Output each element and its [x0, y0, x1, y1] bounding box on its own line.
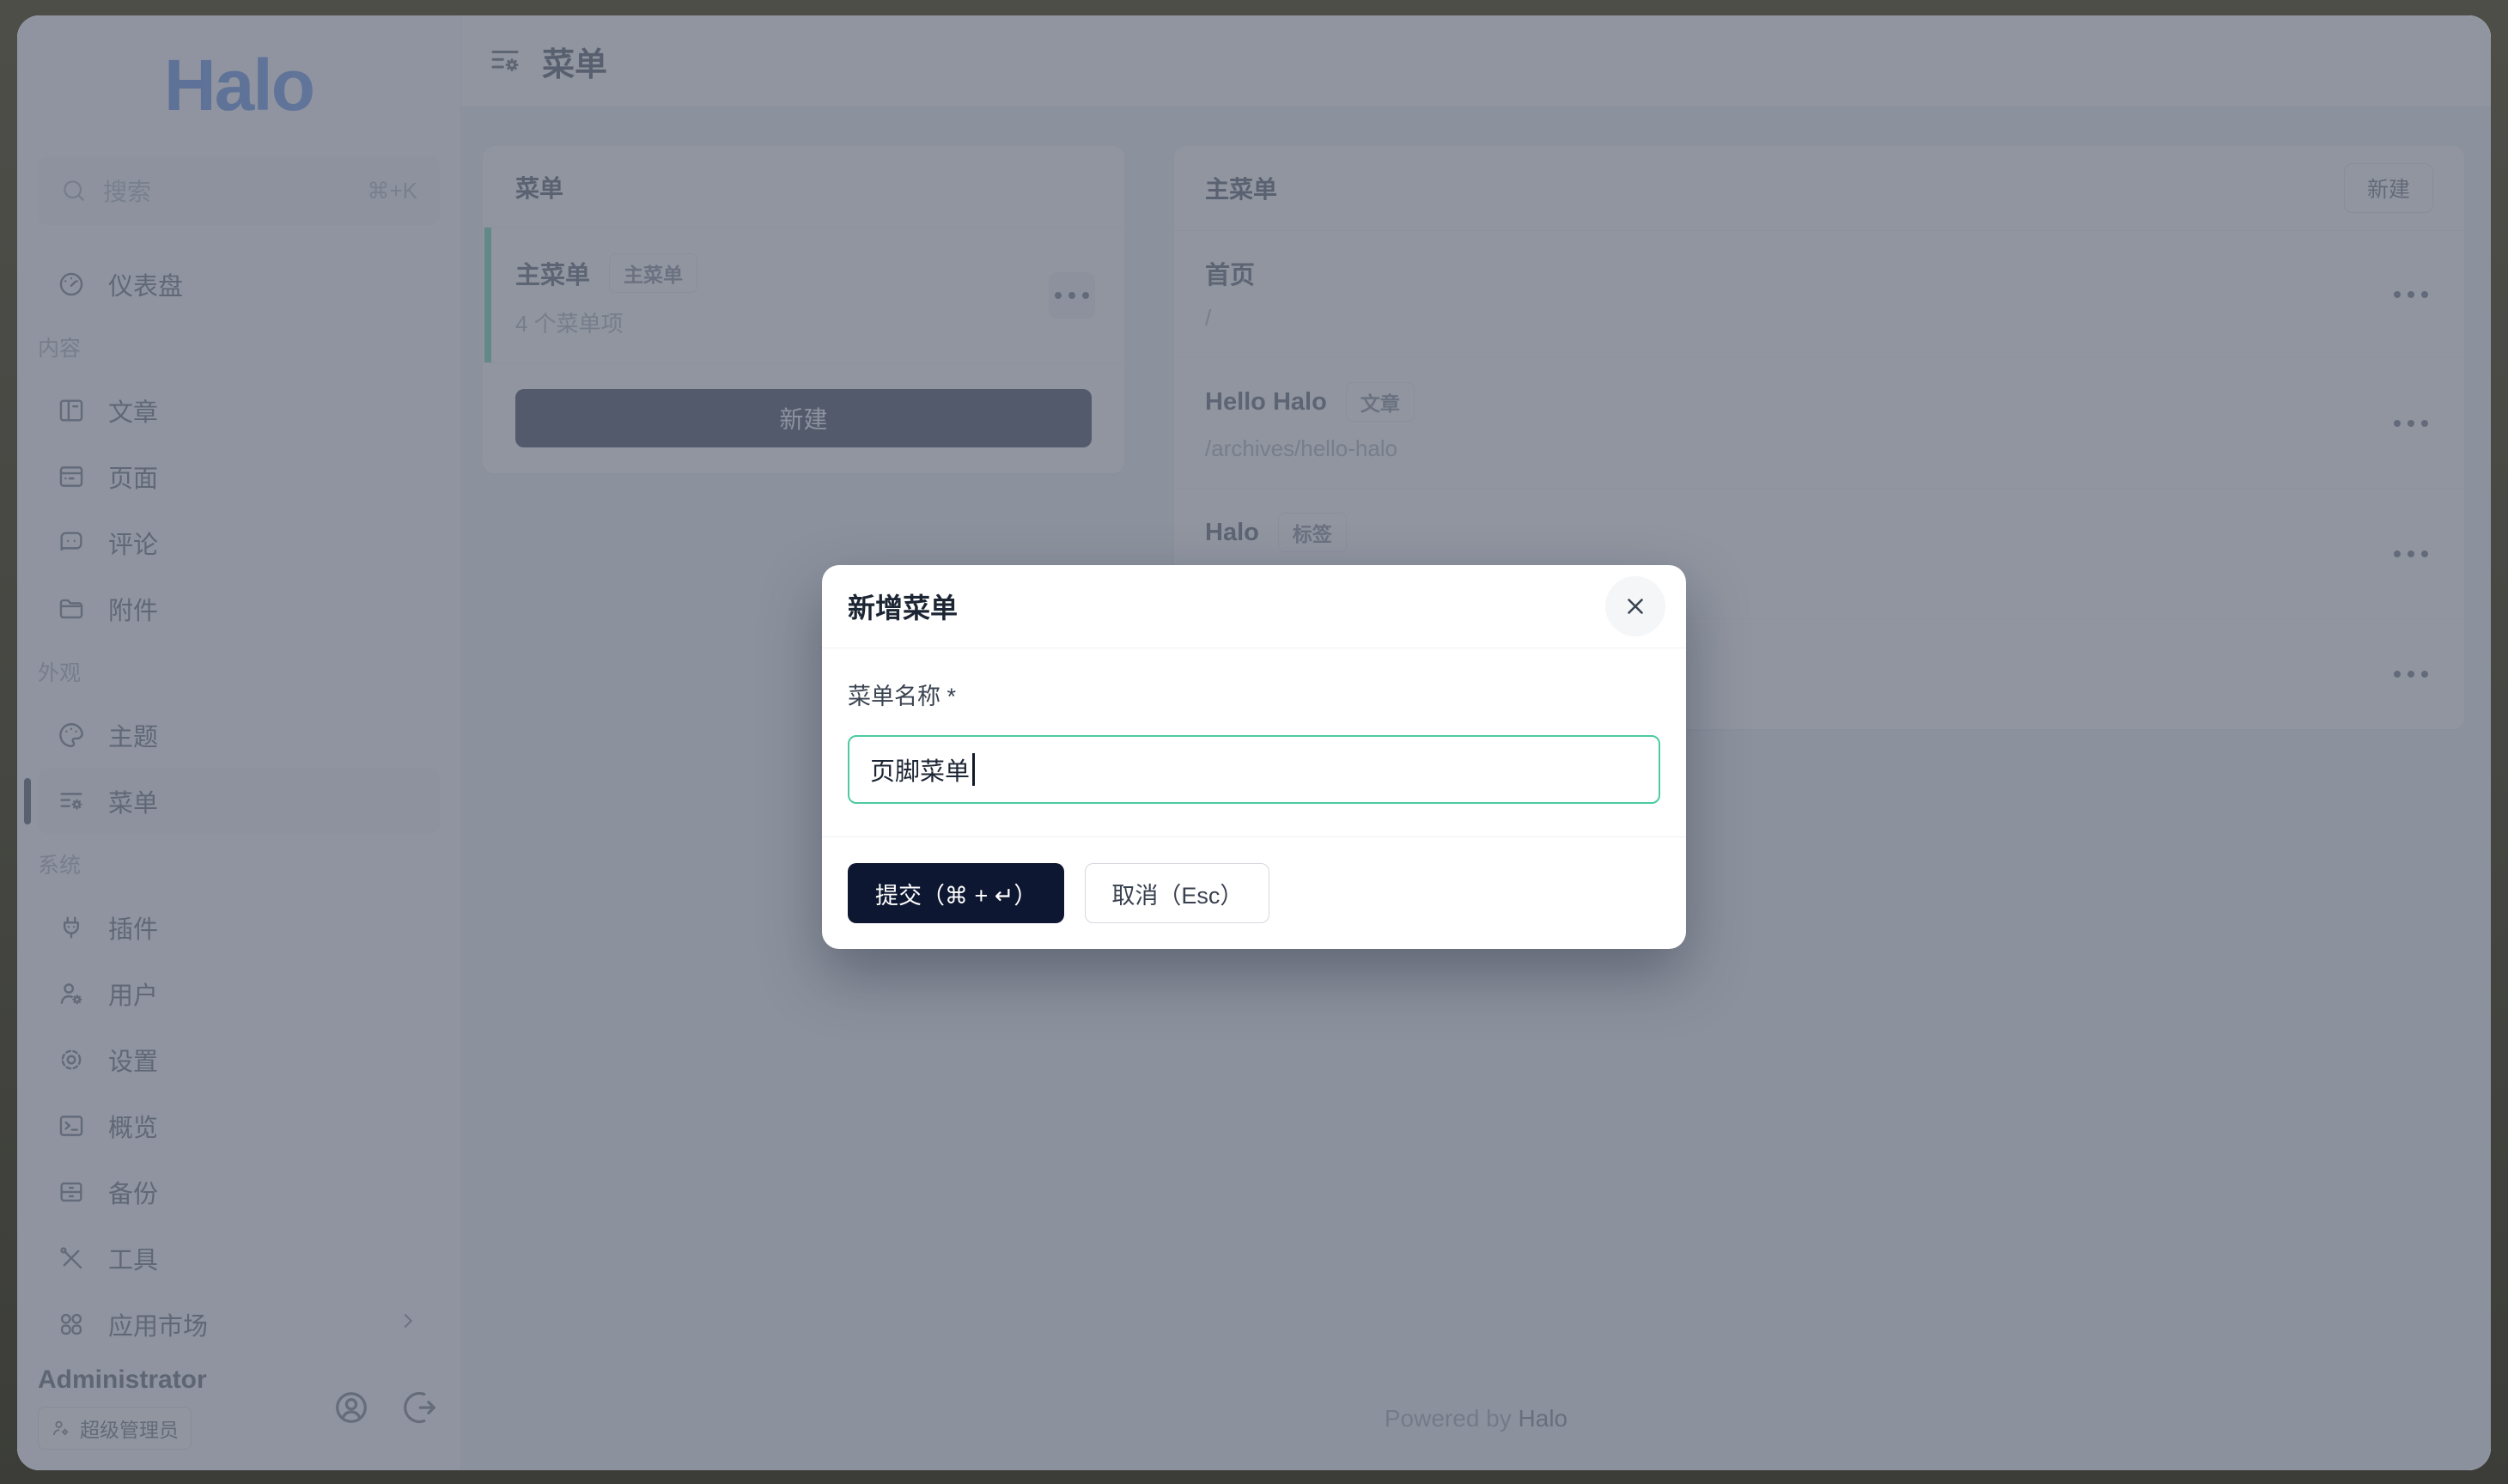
input-value: 页脚菜单	[870, 751, 970, 788]
desktop-background: Halo 搜索 ⌘+K 仪表盘 内容 文章 页面	[0, 0, 2508, 1484]
close-icon	[1622, 593, 1648, 619]
close-button[interactable]	[1605, 576, 1665, 636]
dialog-title: 新增菜单	[848, 587, 958, 626]
dialog-body: 菜单名称 * 页脚菜单	[822, 648, 1686, 836]
submit-button[interactable]: 提交（⌘ + ↵）	[848, 863, 1064, 923]
menu-name-input[interactable]: 页脚菜单	[848, 735, 1660, 804]
field-label-text: 菜单名称	[848, 684, 940, 709]
menu-name-label: 菜单名称 *	[848, 678, 1660, 711]
cancel-button[interactable]: 取消（Esc）	[1085, 863, 1269, 923]
required-asterisk: *	[947, 684, 957, 709]
app-window: Halo 搜索 ⌘+K 仪表盘 内容 文章 页面	[17, 15, 2491, 1470]
new-menu-dialog: 新增菜单 菜单名称 * 页脚菜单 提交（⌘ + ↵） 取消（Esc）	[822, 565, 1686, 949]
dialog-header: 新增菜单	[822, 565, 1686, 648]
text-caret	[972, 753, 975, 786]
dialog-footer: 提交（⌘ + ↵） 取消（Esc）	[822, 836, 1686, 949]
